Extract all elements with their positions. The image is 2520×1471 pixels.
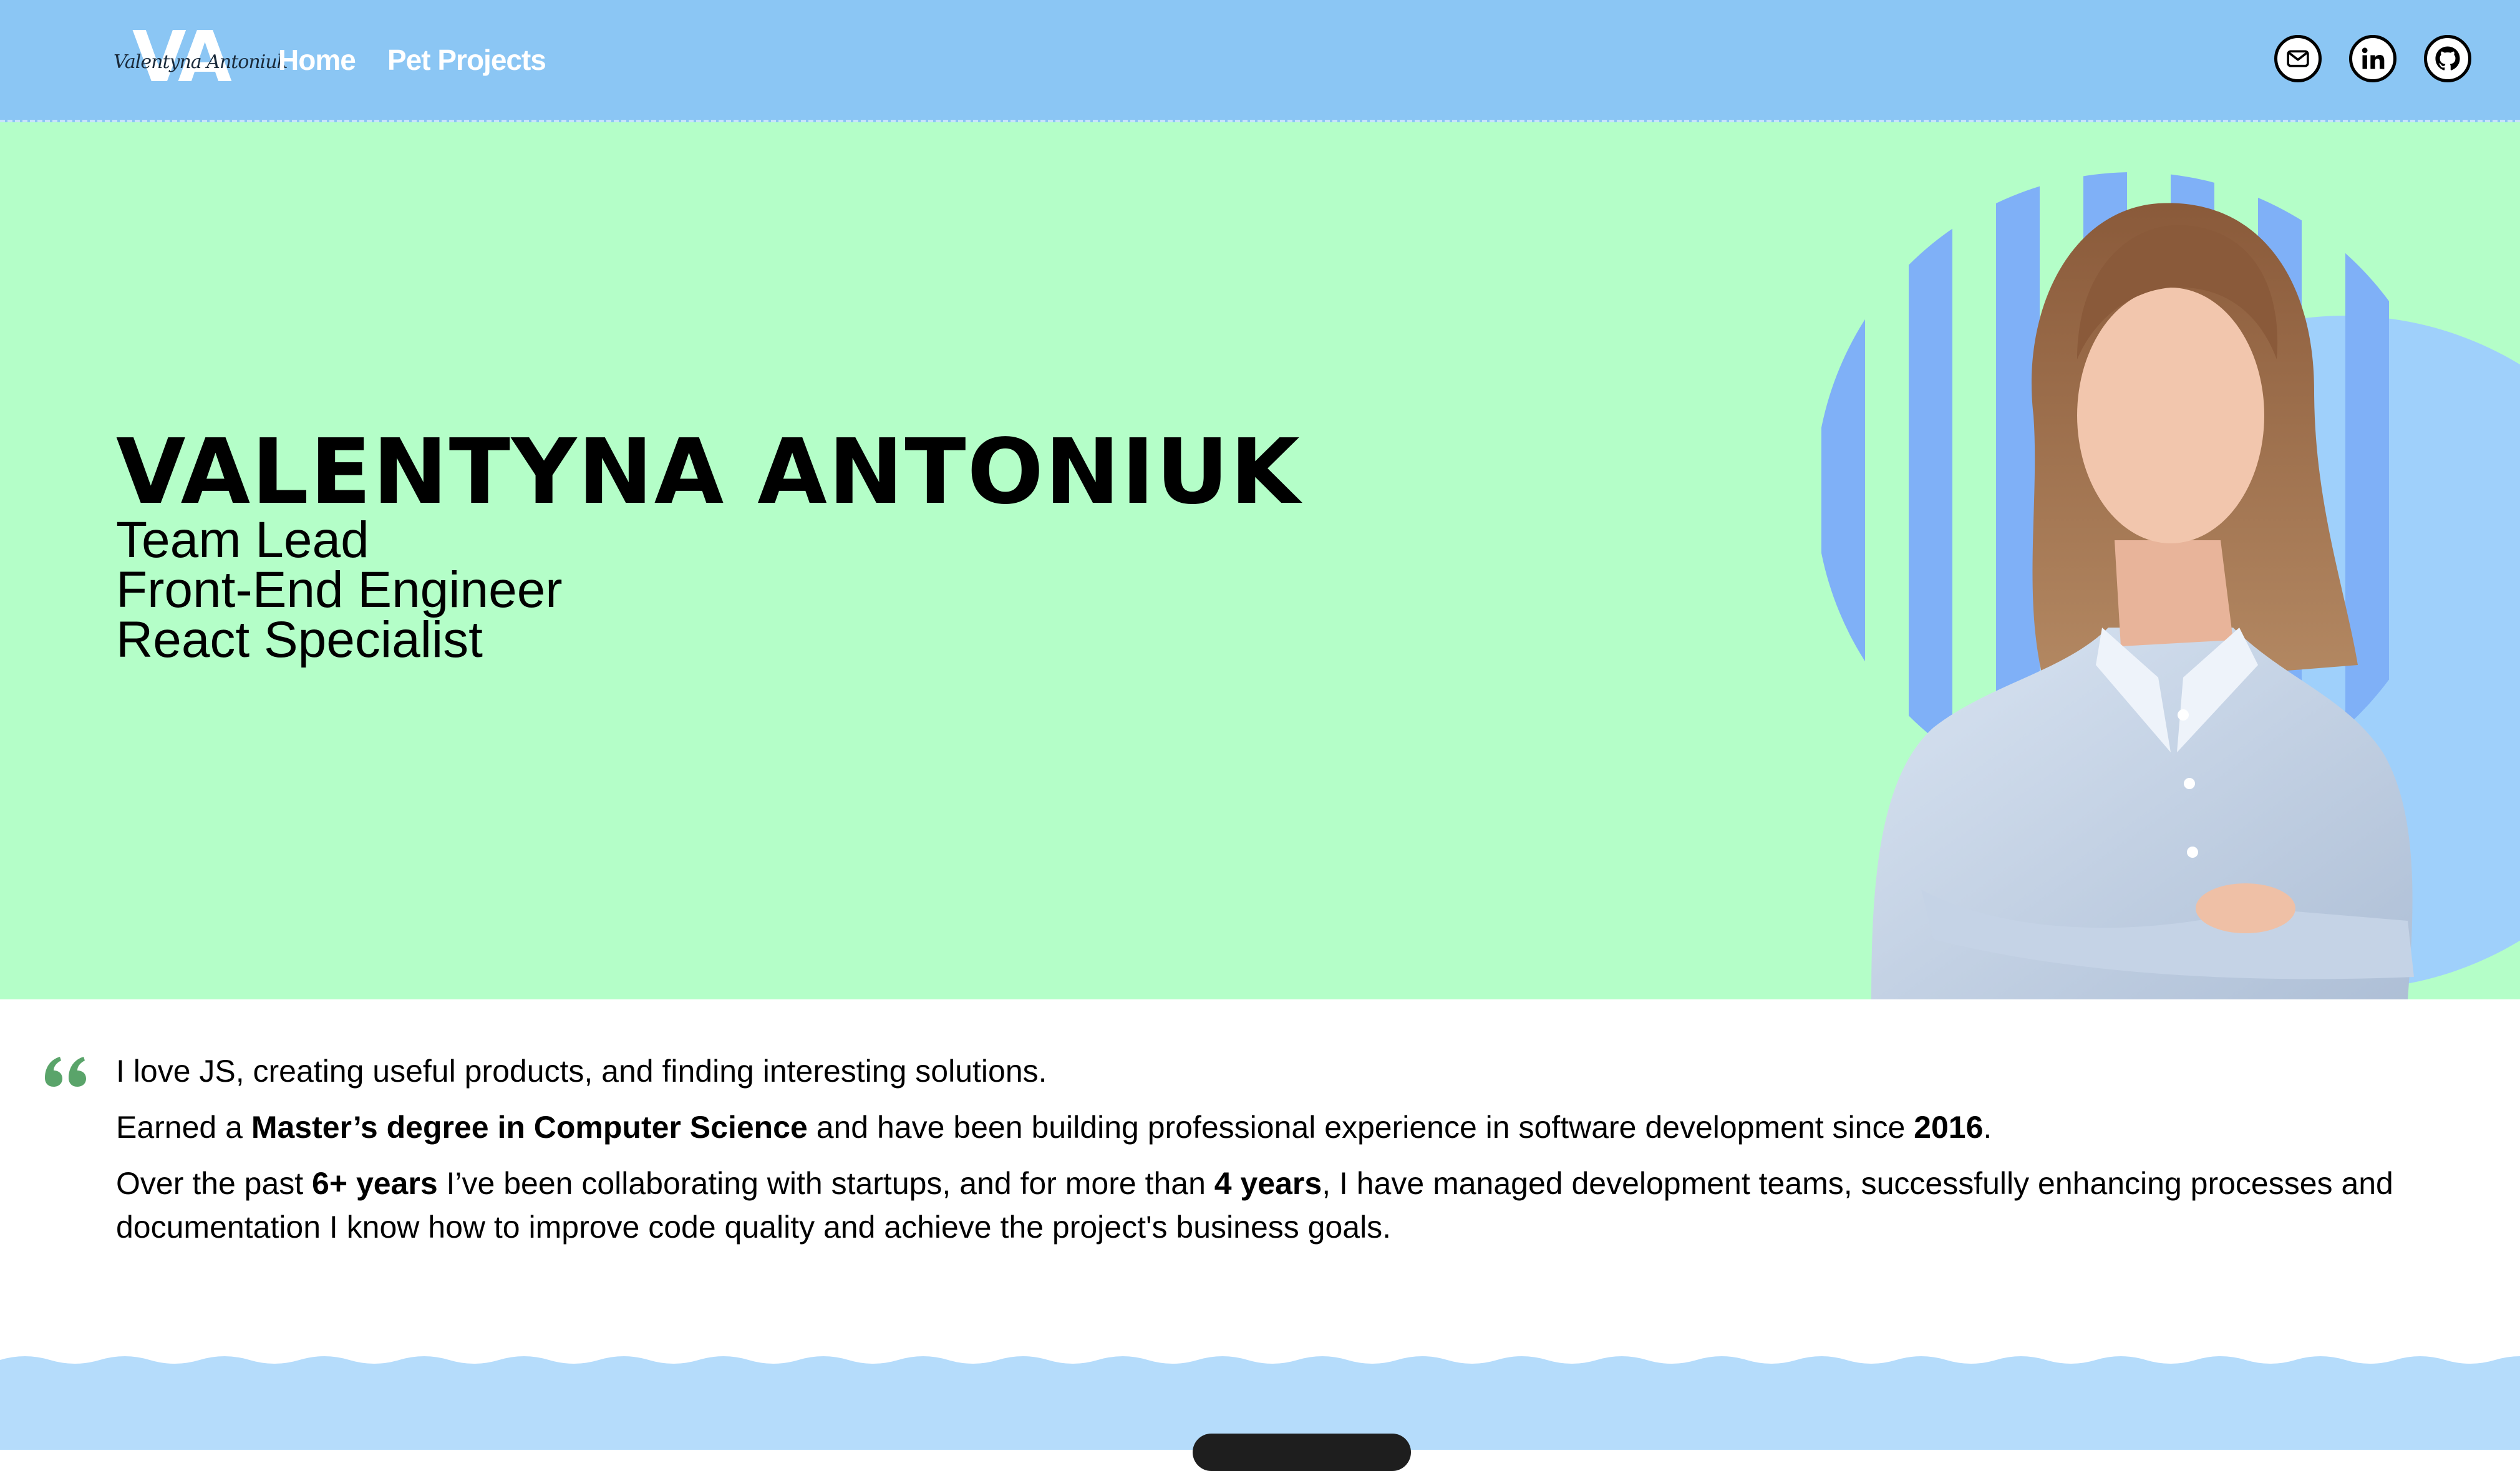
- quote-icon: [45, 1057, 86, 1087]
- github-icon: [2435, 46, 2460, 70]
- hero-role-1: Team Lead: [116, 512, 369, 568]
- about-line-3: Over the past 6+ years I’ve been collabo…: [116, 1166, 2393, 1245]
- linkedin-icon: [2362, 47, 2385, 69]
- about-line-1: I love JS, creating useful products, and…: [116, 1054, 1047, 1089]
- logo-signature: Valentyna Antoniuk: [114, 51, 288, 73]
- hero-section: Valentyna Antoniuk Team Lead Front-End E…: [0, 122, 2520, 999]
- site-header: VA Valentyna Antoniuk Home Pet Projects: [0, 0, 2520, 122]
- mail-icon: [2287, 50, 2309, 67]
- nav-home[interactable]: Home: [278, 40, 356, 80]
- hero-role-2: Front-End Engineer: [116, 561, 563, 618]
- nav-pet-projects[interactable]: Pet Projects: [387, 40, 546, 80]
- linkedin-link[interactable]: [2349, 35, 2396, 82]
- hero-role-3: React Specialist: [116, 611, 483, 668]
- github-link[interactable]: [2424, 35, 2471, 82]
- site-logo[interactable]: VA Valentyna Antoniuk: [114, 22, 288, 92]
- mail-link[interactable]: [2274, 35, 2322, 82]
- hero-name: Valentyna Antoniuk: [116, 419, 1301, 524]
- portrait-image: [1784, 153, 2520, 999]
- about-line-2: Earned a Master’s degree in Computer Sci…: [116, 1110, 1992, 1145]
- floating-toolbar[interactable]: [1193, 1434, 1411, 1471]
